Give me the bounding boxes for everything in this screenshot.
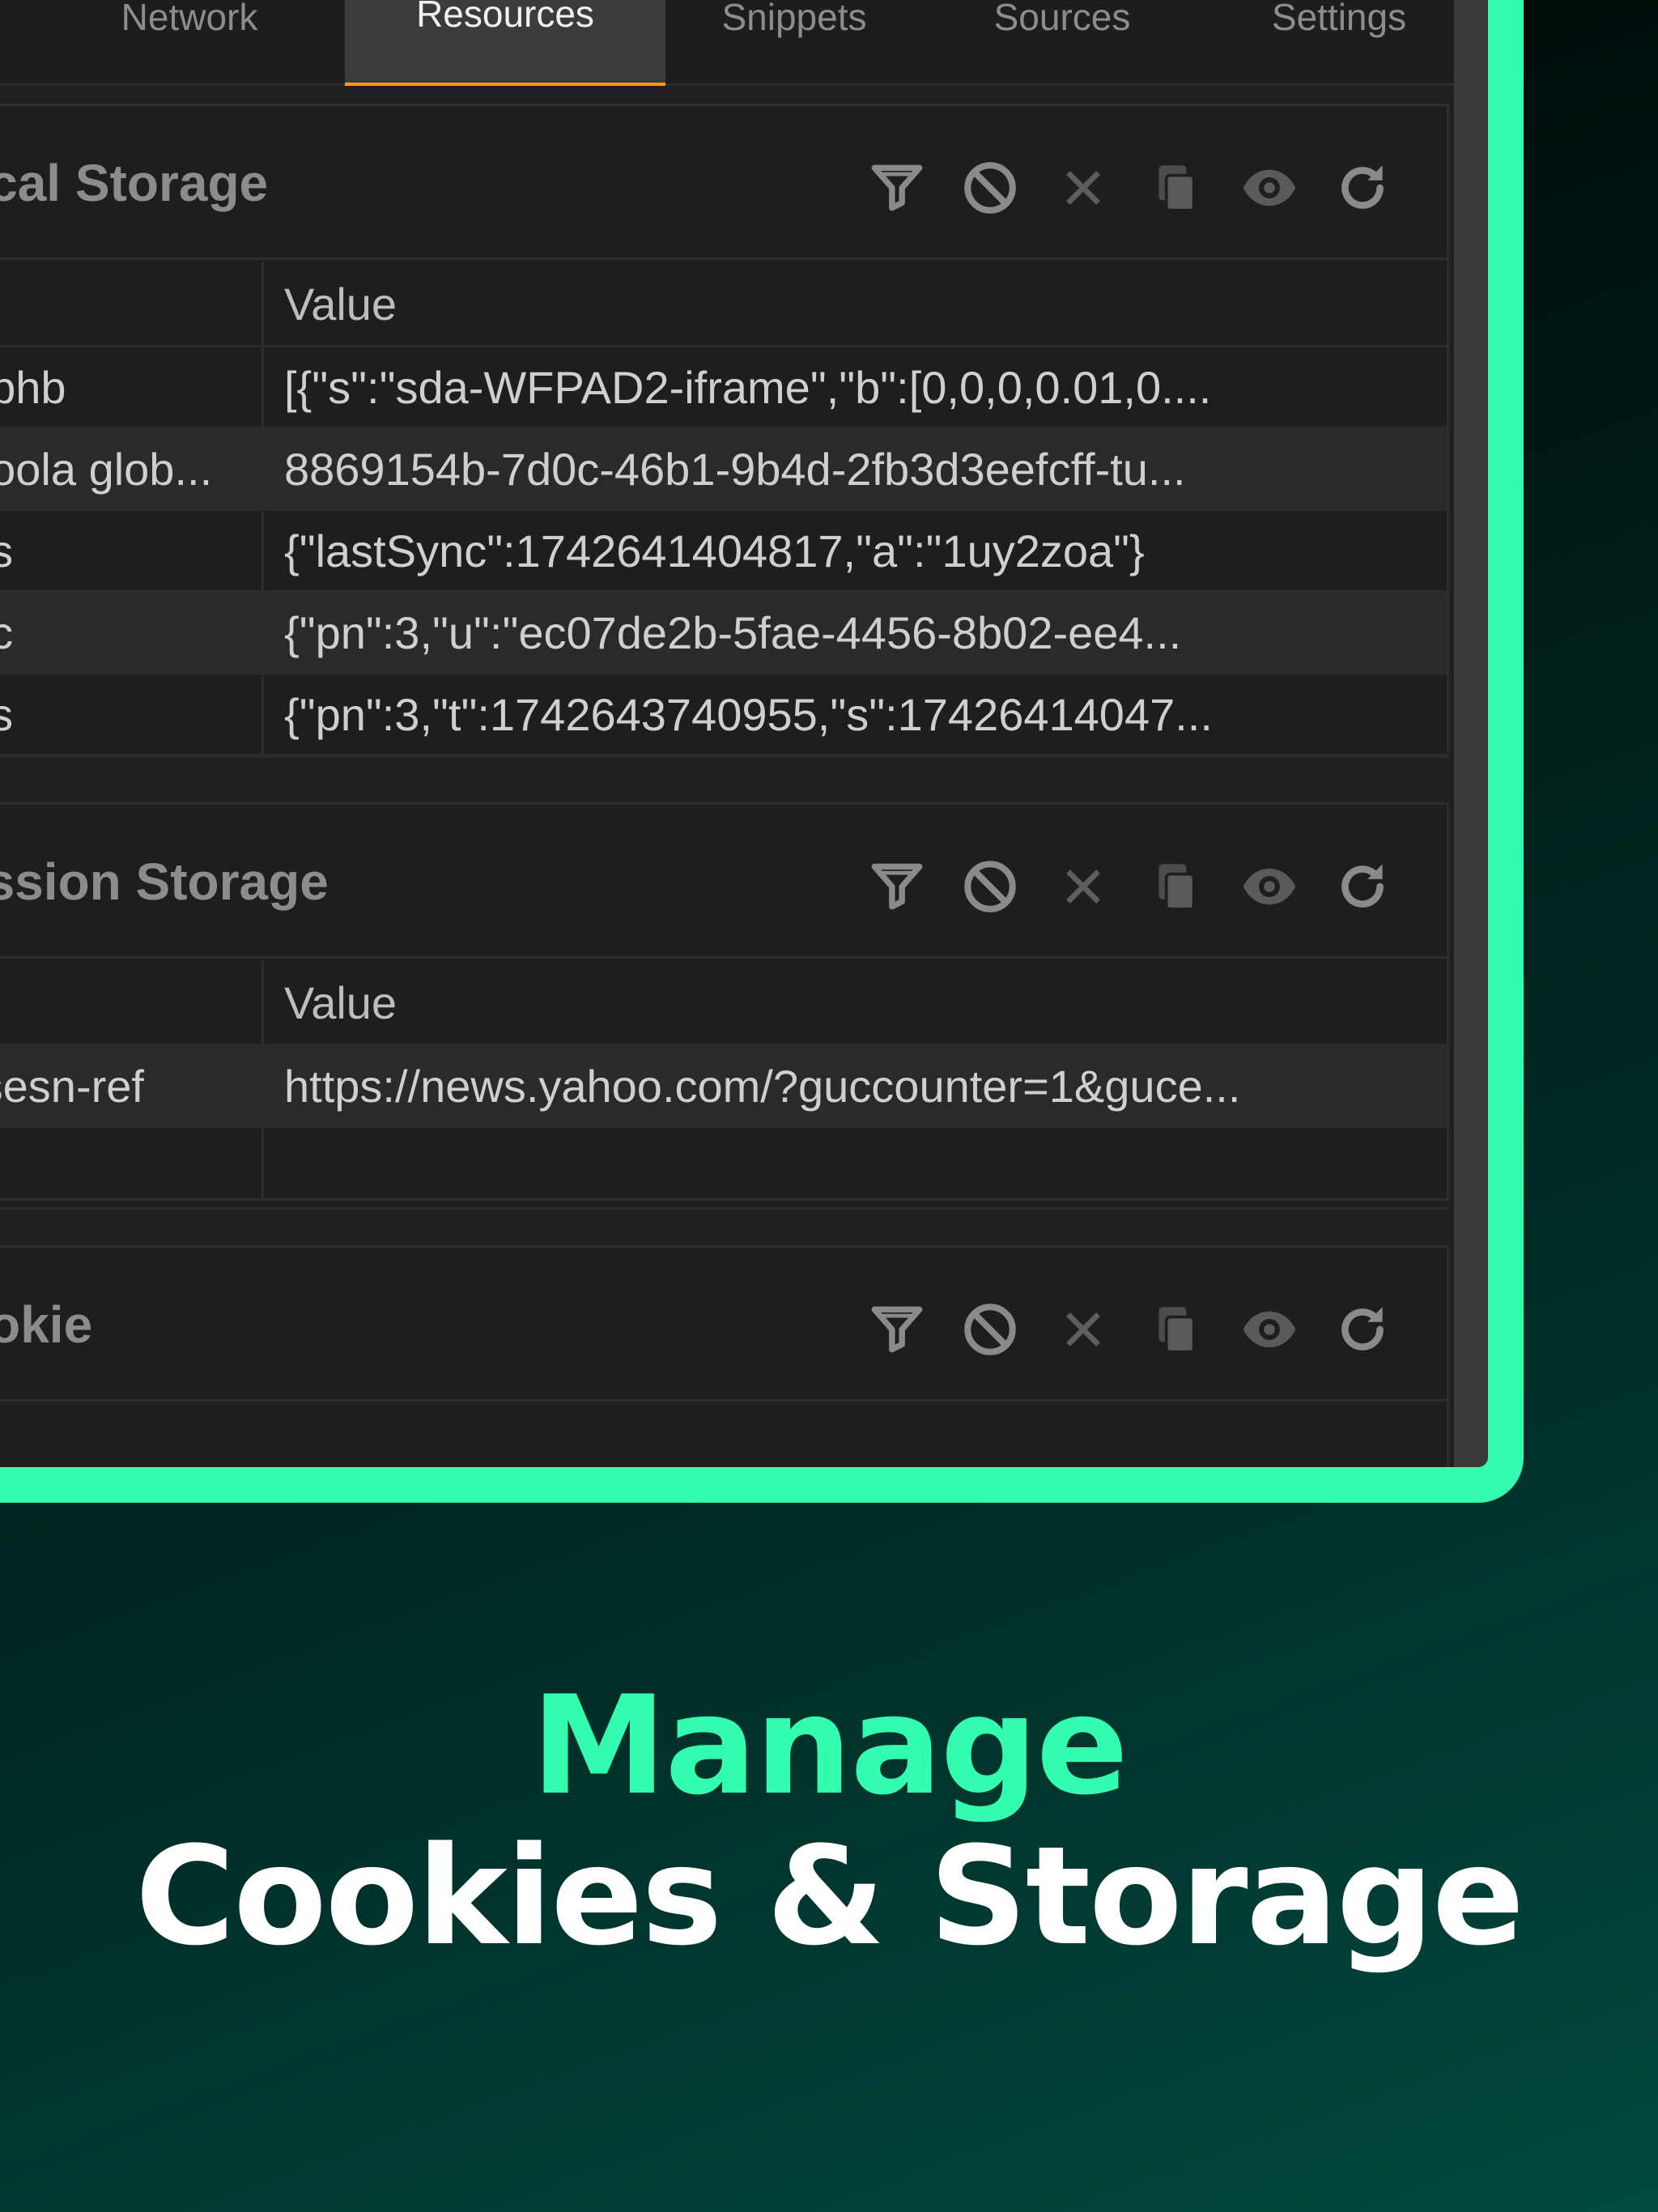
filter-icon[interactable] (867, 857, 927, 917)
copy-icon[interactable] (1146, 857, 1206, 917)
panel-title: ookie (0, 1295, 93, 1354)
row-key: us (0, 511, 268, 590)
eye-icon[interactable] (1239, 158, 1299, 218)
row-value: 8869154b-7d0c-46b1-9b4d-2fb3d3eefcff-tu.… (284, 443, 1186, 495)
filter-icon[interactable] (867, 1300, 927, 1359)
block-icon[interactable] (960, 857, 1020, 917)
session-storage-panel: ession Storage (0, 802, 1449, 1210)
row-key: boola glob... (0, 443, 213, 495)
tab-network[interactable]: Network (84, 0, 295, 86)
close-icon[interactable] (1053, 1300, 1113, 1359)
panel-title: ocal Storage (0, 154, 269, 212)
block-icon[interactable] (960, 1300, 1020, 1359)
tab-sources[interactable]: Sources (952, 0, 1172, 86)
device-frame: Network Resources Snippets Sources Setti… (0, 0, 1524, 1503)
table-header-row: y Value (0, 262, 1447, 347)
panel-header: ession Storage (0, 805, 1447, 959)
table-row[interactable]: _c {"pn":3,"u":"ec07de2b-5fae-4456-8b02-… (0, 593, 1447, 674)
local-storage-table: y Value _phb [{"s":"sda-WFPAD2-iframe","… (0, 262, 1447, 756)
cookie-panel: ookie (0, 1245, 1449, 1467)
table-row[interactable]: _phb [{"s":"sda-WFPAD2-iframe","b":[0,0,… (0, 347, 1447, 429)
row-key: _phb (0, 361, 66, 413)
session-storage-table: y Value -sesn-ref https://news.yahoo.com… (0, 961, 1447, 1210)
eye-icon[interactable] (1239, 1300, 1299, 1359)
refresh-icon[interactable] (1333, 1300, 1392, 1359)
refresh-icon[interactable] (1333, 857, 1392, 917)
table-header-row: y Value (0, 961, 1447, 1046)
table-row[interactable]: us {"lastSync":1742641404817,"a":"1uy2zo… (0, 511, 1447, 593)
devtools-window: Network Resources Snippets Sources Setti… (0, 0, 1454, 1467)
row-key: _s (0, 674, 268, 754)
row-key (0, 1128, 268, 1207)
copy-icon[interactable] (1146, 1300, 1206, 1359)
key-column-header[interactable]: y (0, 262, 268, 345)
panel-header: ookie (0, 1248, 1447, 1402)
table-row-empty[interactable] (0, 1128, 1447, 1210)
local-storage-panel: ocal Storage (0, 104, 1449, 758)
refresh-icon[interactable] (1333, 158, 1392, 218)
row-value: {"pn":3,"u":"ec07de2b-5fae-4456-8b02-ee4… (284, 606, 1182, 658)
table-row[interactable]: boola glob... 8869154b-7d0c-46b1-9b4d-2f… (0, 429, 1447, 511)
row-value: [{"s":"sda-WFPAD2-iframe","b":[0,0,0,0.0… (284, 361, 1212, 413)
table-row[interactable]: -sesn-ref https://news.yahoo.com/?guccou… (0, 1046, 1447, 1128)
block-icon[interactable] (960, 158, 1020, 218)
value-column-header[interactable]: Value (284, 262, 1434, 345)
row-key: _c (0, 593, 268, 672)
value-column-header[interactable]: Value (284, 961, 1434, 1044)
row-value: {"pn":3,"t":1742643740955,"s":1742641404… (284, 688, 1213, 740)
close-icon[interactable] (1053, 158, 1113, 218)
tab-snippets[interactable]: Snippets (677, 0, 912, 86)
row-value (284, 1128, 1434, 1207)
close-icon[interactable] (1053, 857, 1113, 917)
filter-icon[interactable] (867, 158, 927, 218)
tab-settings[interactable]: Settings (1213, 0, 1454, 86)
row-value: https://news.yahoo.com/?guccounter=1&guc… (284, 1060, 1241, 1112)
eye-icon[interactable] (1239, 857, 1299, 917)
key-column-header[interactable]: y (0, 961, 268, 1044)
row-key: -sesn-ref (0, 1060, 144, 1112)
table-row[interactable]: _s {"pn":3,"t":1742643740955,"s":1742641… (0, 674, 1447, 756)
row-value: {"lastSync":1742641404817,"a":"1uy2zoa"} (284, 525, 1145, 576)
tab-bar: Network Resources Snippets Sources Setti… (0, 0, 1454, 86)
tab-resources[interactable]: Resources (345, 0, 665, 86)
headline-manage: Manage (531, 1666, 1129, 1825)
copy-icon[interactable] (1146, 158, 1206, 218)
panel-header: ocal Storage (0, 106, 1447, 260)
panel-title: ession Storage (0, 853, 329, 911)
headline-cookies-storage: Cookies & Storage (134, 1817, 1524, 1976)
